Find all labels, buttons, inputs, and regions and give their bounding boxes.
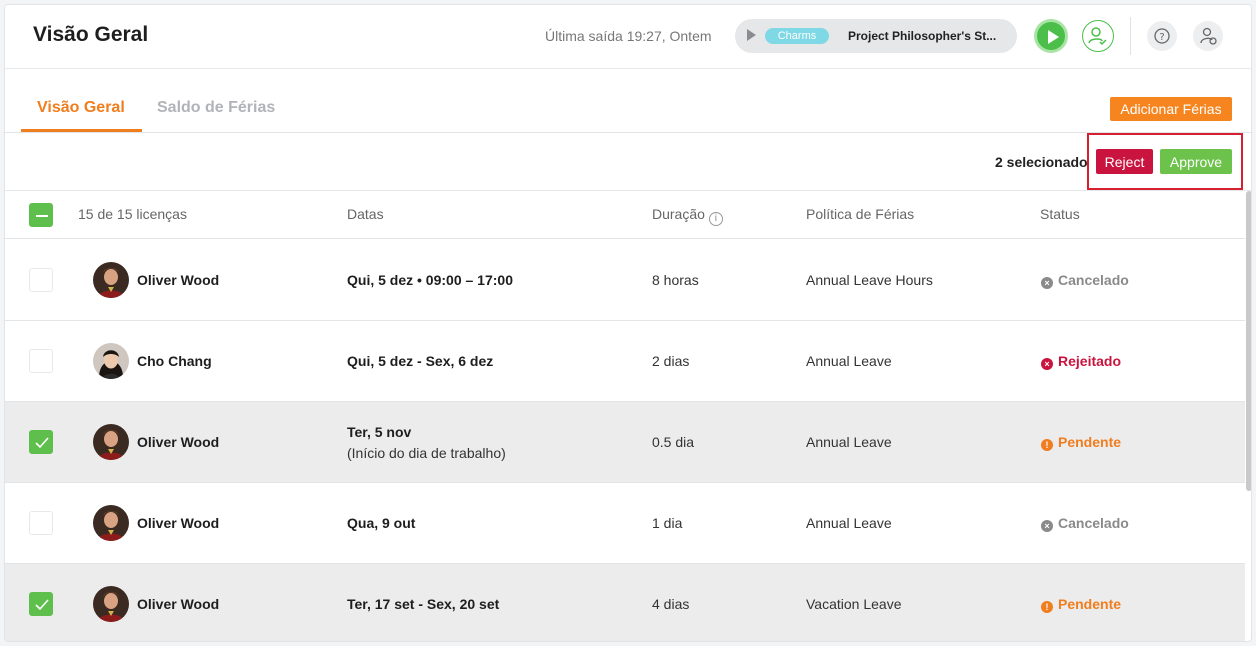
leave-dates: Qui, 5 dez - Sex, 6 dez <box>347 353 494 369</box>
project-name: Project Philosopher's St... <box>848 29 997 43</box>
play-small-icon <box>747 29 756 41</box>
status-badge: ! Pendente <box>1041 434 1121 451</box>
status-badge: × Rejeitado <box>1041 353 1121 370</box>
leave-policy: Annual Leave <box>806 353 892 369</box>
row-checkbox[interactable] <box>29 430 53 454</box>
leave-duration: 4 dias <box>652 596 690 612</box>
status-badge: ! Pendente <box>1041 596 1121 613</box>
tab-overview[interactable]: Visão Geral <box>37 99 125 117</box>
table-row[interactable]: Oliver Wood Ter, 5 nov (Início do dia de t… <box>5 402 1245 483</box>
settings-button[interactable] <box>1193 21 1223 51</box>
leave-duration: 2 dias <box>652 353 690 369</box>
row-checkbox[interactable] <box>29 268 53 292</box>
leave-policy: Annual Leave <box>806 434 892 450</box>
header-status: Status <box>1040 206 1080 222</box>
table-row[interactable]: Oliver Wood Qua, 9 out 1 dia Annual Leave × C… <box>5 483 1245 564</box>
last-exit-text: Última saída 19:27, Ontem <box>545 28 712 44</box>
divider <box>1130 17 1131 55</box>
check-icon <box>35 599 49 611</box>
help-button[interactable]: ? <box>1147 21 1177 51</box>
help-icon: ? <box>1154 28 1170 44</box>
avatar <box>93 424 129 460</box>
header-duration: Duração i <box>652 206 723 226</box>
check-icon <box>35 437 49 449</box>
avatar <box>93 262 129 298</box>
header-policy: Política de Férias <box>806 206 915 222</box>
license-count: 15 de 15 licenças <box>78 206 187 222</box>
start-timer-button[interactable] <box>1034 19 1068 53</box>
leave-dates: Qua, 9 out <box>347 515 416 531</box>
table-header: 15 de 15 licenças Datas Duração i Polític… <box>5 191 1245 239</box>
avatar <box>93 586 129 622</box>
status-icon: × <box>1041 358 1053 370</box>
time-tracker[interactable]: Charms Project Philosopher's St... <box>735 19 1017 53</box>
leave-dates: Ter, 17 set - Sex, 20 set <box>347 596 500 612</box>
row-checkbox[interactable] <box>29 592 53 616</box>
leave-dates: Qui, 5 dez • 09:00 – 17:00 <box>347 272 513 288</box>
avatar <box>93 505 129 541</box>
table-row[interactable]: Oliver Wood Ter, 17 set - Sex, 20 set 4 di… <box>5 564 1245 641</box>
employee-name[interactable]: Oliver Wood <box>137 272 219 288</box>
user-check-icon <box>1088 27 1107 46</box>
selection-action-bar: 2 selecionado Reject Approve <box>5 133 1251 191</box>
selected-count: 2 selecionado <box>995 154 1088 170</box>
add-leave-button[interactable]: Adicionar Férias <box>1110 97 1232 121</box>
employee-name[interactable]: Cho Chang <box>137 353 212 369</box>
active-tab-indicator <box>21 129 142 132</box>
status-label: Pendente <box>1058 434 1122 450</box>
leave-duration: 0.5 dia <box>652 434 695 450</box>
tab-leave-balance[interactable]: Saldo de Férias <box>157 99 275 117</box>
select-all-checkbox[interactable] <box>29 203 53 227</box>
person-gear-icon <box>1200 27 1217 45</box>
header-dates: Datas <box>347 206 384 222</box>
table-row[interactable]: Cho Chang Qui, 5 dez - Sex, 6 dez 2 dias An… <box>5 321 1245 402</box>
leave-policy: Annual Leave <box>806 515 892 531</box>
leave-policy: Annual Leave Hours <box>806 272 933 288</box>
project-tag: Charms <box>765 28 829 44</box>
status-badge: × Cancelado <box>1041 515 1129 532</box>
status-icon: ! <box>1041 439 1053 451</box>
status-icon: × <box>1041 520 1053 532</box>
status-label: Pendente <box>1058 596 1122 612</box>
status-icon: ! <box>1041 601 1053 613</box>
top-bar: Visão Geral Última saída 19:27, Ontem Ch… <box>5 5 1251 69</box>
leave-dates-note: (Início do dia de trabalho) <box>347 445 506 461</box>
leave-duration: 8 horas <box>652 272 699 288</box>
leave-dates: Ter, 5 nov <box>347 424 412 440</box>
employee-name[interactable]: Oliver Wood <box>137 434 219 450</box>
table-row[interactable]: Oliver Wood Qui, 5 dez • 09:00 – 17:00 8 h… <box>5 240 1245 321</box>
svg-text:?: ? <box>1159 32 1164 43</box>
status-icon: × <box>1041 277 1053 289</box>
employee-name[interactable]: Oliver Wood <box>137 515 219 531</box>
status-label: Cancelado <box>1058 272 1129 288</box>
page-title: Visão Geral <box>33 23 149 46</box>
employee-name[interactable]: Oliver Wood <box>137 596 219 612</box>
app-window: Visão Geral Última saída 19:27, Ontem Ch… <box>4 4 1252 642</box>
status-label: Cancelado <box>1058 515 1129 531</box>
status-label: Rejeitado <box>1058 353 1122 369</box>
user-check-button[interactable] <box>1082 20 1114 52</box>
header-duration-label: Duração <box>652 206 705 222</box>
row-checkbox[interactable] <box>29 511 53 535</box>
leave-policy: Vacation Leave <box>806 596 902 612</box>
approve-button[interactable]: Approve <box>1160 149 1232 174</box>
info-icon[interactable]: i <box>708 212 723 226</box>
tabs-row: Visão Geral Saldo de Férias Adicionar Fé… <box>5 69 1251 133</box>
row-checkbox[interactable] <box>29 349 53 373</box>
leave-duration: 1 dia <box>652 515 683 531</box>
scrollbar[interactable] <box>1246 191 1251 491</box>
reject-button[interactable]: Reject <box>1096 149 1153 174</box>
avatar <box>93 343 129 379</box>
status-badge: × Cancelado <box>1041 272 1129 289</box>
